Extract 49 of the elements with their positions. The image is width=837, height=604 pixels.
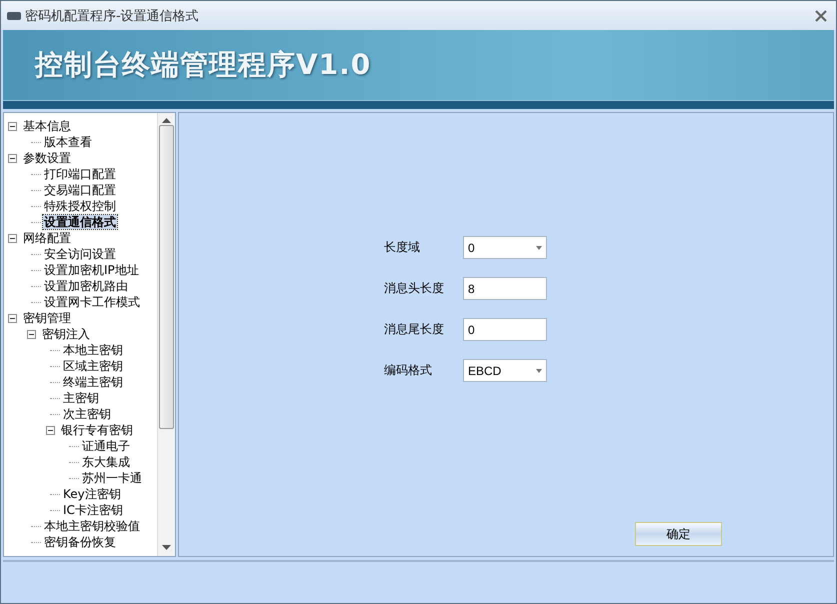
tree-item[interactable]: 密钥管理 xyxy=(22,311,72,325)
dropdown[interactable]: EBCD xyxy=(463,359,547,382)
collapse-icon[interactable] xyxy=(46,426,55,434)
tree-item[interactable]: 设置加密机路由 xyxy=(43,279,129,293)
tree-item[interactable]: 版本查看 xyxy=(43,135,93,149)
caret-icon xyxy=(536,246,542,250)
caret-icon xyxy=(536,368,542,372)
field-label: 编码格式 xyxy=(384,362,433,379)
tree-item[interactable]: 东大集成 xyxy=(81,455,131,469)
tree-item[interactable]: 设置通信格式 xyxy=(43,215,117,229)
tree-item[interactable]: 打印端口配置 xyxy=(43,167,117,181)
tree-item[interactable]: 区域主密钥 xyxy=(62,359,124,373)
tree-item[interactable]: 证通电子 xyxy=(81,439,131,453)
tree-item[interactable]: 主密钥 xyxy=(62,391,100,405)
tree-item[interactable]: IC卡注密钥 xyxy=(62,503,124,517)
collapse-icon[interactable] xyxy=(8,234,17,242)
tree-item[interactable]: 设置网卡工作模式 xyxy=(43,295,141,309)
scrollbar[interactable] xyxy=(157,113,175,556)
tree-item[interactable]: 安全访问设置 xyxy=(43,247,117,261)
window-title: 密码机配置程序-设置通信格式 xyxy=(25,8,199,24)
scroll-down-icon[interactable] xyxy=(162,545,171,551)
collapse-icon[interactable] xyxy=(27,330,36,338)
input-field[interactable]: 8 xyxy=(463,277,547,300)
tree-item[interactable]: 参数设置 xyxy=(22,151,72,165)
input-field[interactable]: 0 xyxy=(463,318,547,341)
confirm-button[interactable]: 确定 xyxy=(635,522,722,546)
field-label: 长度域 xyxy=(384,239,421,256)
tree-item[interactable]: 密钥备份恢复 xyxy=(43,535,117,549)
collapse-icon[interactable] xyxy=(8,154,17,162)
tree-item[interactable]: 银行专有密钥 xyxy=(60,423,134,437)
field-label: 消息尾长度 xyxy=(384,321,445,338)
tree-item[interactable]: 次主密钥 xyxy=(62,407,112,421)
tree-item[interactable]: 网络配置 xyxy=(22,231,72,245)
tree-item[interactable]: 基本信息 xyxy=(22,119,72,133)
tree-item[interactable]: 本地主密钥校验值 xyxy=(43,519,141,533)
collapse-icon[interactable] xyxy=(8,314,17,322)
app-icon xyxy=(7,12,21,20)
tree-item[interactable]: 设置加密机IP地址 xyxy=(43,263,140,277)
app-title: 控制台终端管理程序V1.0 xyxy=(35,47,372,83)
field-label: 消息头长度 xyxy=(384,280,445,297)
tree-item[interactable]: 密钥注入 xyxy=(41,327,91,341)
tree-item[interactable]: 本地主密钥 xyxy=(62,343,124,357)
tree-item[interactable]: 交易端口配置 xyxy=(43,183,117,197)
tree-item[interactable]: 终端主密钥 xyxy=(62,375,124,389)
tree-item[interactable]: 特殊授权控制 xyxy=(43,199,117,213)
dropdown[interactable]: 0 xyxy=(463,236,547,259)
tree-item[interactable]: 苏州一卡通 xyxy=(81,471,143,485)
tree-item[interactable]: Key注密钥 xyxy=(62,487,122,501)
collapse-icon[interactable] xyxy=(8,122,17,130)
